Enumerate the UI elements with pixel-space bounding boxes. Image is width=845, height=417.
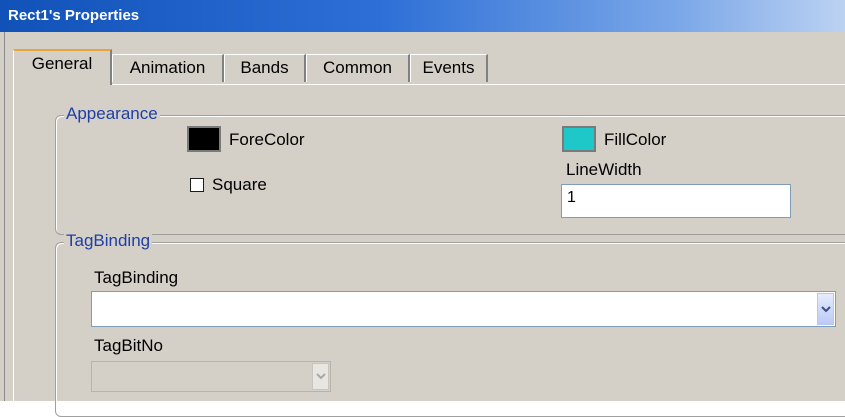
square-label: Square [212,175,267,194]
title-bar[interactable]: Rect1's Properties [0,0,845,32]
window-title: Rect1's Properties [8,7,140,24]
tag-binding-dropdown-button[interactable] [817,293,834,325]
line-width-label: LineWidth [566,160,642,179]
tag-binding-label: TagBinding [94,268,179,287]
dialog-left-border [0,32,5,401]
tag-binding-select[interactable] [91,291,836,327]
fore-color-swatch[interactable] [187,126,221,152]
line-width-input[interactable]: 1 [561,184,791,218]
appearance-group-label: Appearance [64,104,160,124]
tab-general[interactable]: General [13,49,112,85]
tab-label: Animation [129,58,206,77]
tab-label: Common [323,58,392,77]
tab-panel-general: Appearance ForeColor FillColor Square Li… [13,84,845,417]
fore-color-label: ForeColor [229,130,305,149]
tab-animation[interactable]: Animation [112,54,224,82]
fill-color-label: FillColor [604,130,667,149]
square-checkbox[interactable] [190,178,204,192]
tag-bit-no-dropdown-button[interactable] [312,363,329,390]
fill-color-swatch[interactable] [562,126,596,152]
tab-label: General [31,54,93,73]
chevron-down-icon [820,305,831,312]
chevron-down-icon [315,373,326,380]
tab-label: Bands [240,58,289,77]
tag-binding-group-label: TagBinding [64,231,153,251]
tag-bit-no-label: TagBitNo [94,336,163,355]
tab-label: Events [422,58,475,77]
tab-events[interactable]: Events [410,54,488,82]
tab-common[interactable]: Common [306,54,410,82]
tab-bands[interactable]: Bands [224,54,306,82]
tag-bit-no-select[interactable] [91,361,331,392]
line-width-value: 1 [567,189,576,206]
